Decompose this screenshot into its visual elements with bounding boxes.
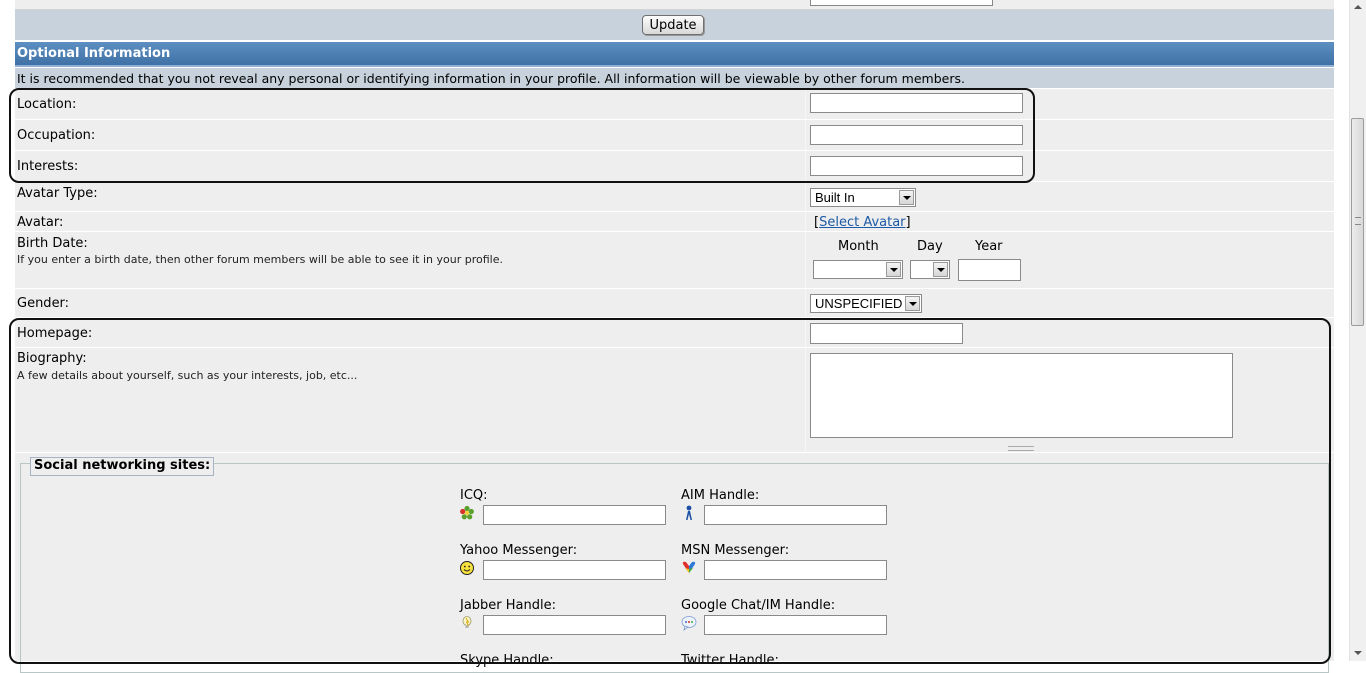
avatar-label: Avatar: [17, 215, 64, 230]
homepage-row: Homepage: [15, 318, 1334, 348]
profile-form: Update Optional Information It is recomm… [15, 0, 1334, 673]
resize-grip[interactable] [1008, 446, 1034, 451]
vertical-scrollbar[interactable] [1349, 0, 1366, 661]
bracket-close: ] [905, 215, 911, 230]
privacy-notice: It is recommended that you not reveal an… [15, 68, 1334, 88]
interests-label: Interests: [17, 159, 79, 174]
social-legend: Social networking sites: [30, 457, 215, 476]
month-label: Month [838, 239, 879, 254]
birth-date-description: If you enter a birth date, then other fo… [17, 253, 503, 266]
interests-input[interactable] [810, 156, 1023, 176]
icq-label: ICQ: [460, 488, 488, 503]
jabber-bulb-icon [462, 616, 472, 628]
avatar-type-label: Avatar Type: [17, 186, 98, 201]
chevron-down-icon[interactable] [886, 262, 901, 277]
location-label: Location: [17, 97, 77, 112]
occupation-row: Occupation: [15, 120, 1334, 151]
location-row: Location: [15, 89, 1334, 120]
msn-label: MSN Messenger: [681, 543, 790, 558]
aim-running-man-icon [686, 505, 692, 520]
avatar-type-value: Built In [815, 190, 855, 205]
chevron-down-icon[interactable] [899, 190, 914, 205]
interests-row: Interests: [15, 151, 1334, 182]
birth-date-row: Birth Date: If you enter a birth date, t… [15, 232, 1334, 289]
year-input[interactable] [958, 259, 1021, 281]
biography-description: A few details about yourself, such as yo… [17, 369, 358, 382]
chevron-down-icon[interactable] [905, 296, 920, 311]
homepage-label: Homepage: [17, 326, 93, 341]
section-title: Optional Information [15, 42, 1334, 67]
gender-value: UNSPECIFIED [815, 296, 903, 311]
gender-label: Gender: [17, 296, 70, 311]
occupation-input[interactable] [810, 125, 1023, 145]
yahoo-input[interactable] [483, 560, 666, 580]
yahoo-label: Yahoo Messenger: [460, 543, 578, 558]
biography-textarea[interactable] [810, 353, 1233, 438]
avatar-type-row: Avatar Type: Built In [15, 182, 1334, 212]
homepage-input[interactable] [810, 323, 963, 344]
chevron-down-icon[interactable] [933, 262, 948, 277]
jabber-input[interactable] [483, 615, 666, 635]
google-label: Google Chat/IM Handle: [681, 598, 836, 613]
scrollbar-thumb[interactable] [1351, 118, 1364, 326]
occupation-label: Occupation: [17, 128, 96, 143]
yahoo-smiley-icon [460, 561, 474, 575]
previous-row [15, 0, 1334, 10]
cutoff-input[interactable] [810, 0, 993, 6]
icq-input[interactable] [483, 505, 666, 525]
birth-date-label: Birth Date: [17, 236, 88, 251]
scroll-down-arrow-icon[interactable] [1350, 645, 1366, 661]
biography-label: Biography: [17, 351, 87, 366]
location-input[interactable] [810, 93, 1023, 113]
grip-icon [1355, 217, 1361, 225]
icq-flower-icon [460, 505, 474, 520]
avatar-row: Avatar: [Select Avatar] [15, 212, 1334, 232]
social-fieldset [20, 463, 1329, 673]
msn-butterfly-icon [682, 561, 696, 573]
month-select[interactable] [813, 260, 903, 279]
update-row: Update [15, 10, 1334, 40]
select-avatar-link[interactable]: Select Avatar [819, 215, 905, 230]
gender-select[interactable]: UNSPECIFIED [810, 294, 922, 313]
aim-label: AIM Handle: [681, 488, 760, 503]
update-button[interactable]: Update [642, 15, 704, 35]
gender-row: Gender: UNSPECIFIED [15, 289, 1334, 318]
msn-input[interactable] [704, 560, 887, 580]
aim-input[interactable] [704, 505, 887, 525]
jabber-label: Jabber Handle: [460, 598, 557, 613]
google-input[interactable] [704, 615, 887, 635]
scroll-up-arrow-icon[interactable] [1350, 0, 1366, 16]
select-avatar-wrapper: [Select Avatar] [814, 215, 911, 230]
google-talk-bubble-icon [681, 616, 697, 631]
day-select[interactable] [910, 260, 950, 279]
year-label: Year [975, 239, 1003, 254]
day-label: Day [917, 239, 943, 254]
avatar-type-select[interactable]: Built In [810, 188, 916, 207]
